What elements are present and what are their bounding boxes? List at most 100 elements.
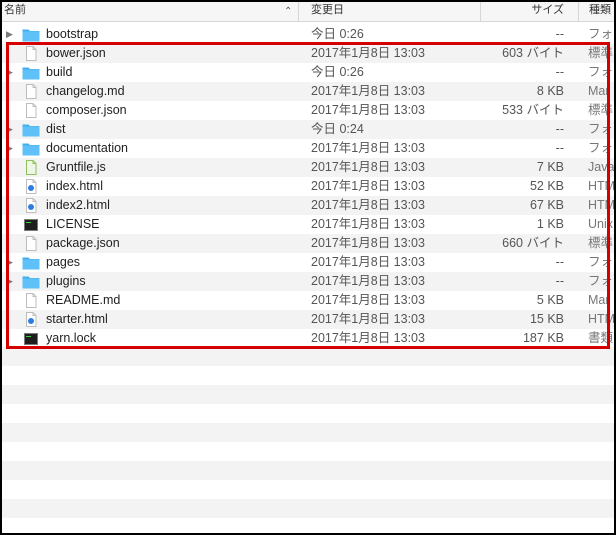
document-icon bbox=[22, 46, 40, 61]
file-row-starter-html[interactable]: starter.html 2017年1月8日 13:03 15 KB HTM bbox=[2, 310, 614, 329]
kind-column-header[interactable]: 種類 bbox=[578, 2, 614, 21]
html-file-icon bbox=[22, 179, 40, 194]
size-column-header[interactable]: サイズ bbox=[480, 2, 578, 21]
file-date: 今日 0:26 bbox=[311, 27, 364, 41]
file-date: 2017年1月8日 13:03 bbox=[311, 179, 425, 193]
terminal-file-icon bbox=[22, 331, 40, 346]
empty-row bbox=[2, 385, 614, 404]
file-row-dist[interactable]: ▶ dist 今日 0:24 -- フォ bbox=[2, 120, 614, 139]
folder-icon bbox=[22, 27, 40, 42]
file-size: 8 KB bbox=[536, 84, 564, 98]
file-name: README.md bbox=[46, 293, 121, 307]
file-name: Gruntfile.js bbox=[46, 160, 106, 174]
file-name: composer.json bbox=[46, 103, 127, 117]
file-kind: Mar bbox=[588, 84, 610, 98]
disclosure-triangle-icon[interactable]: ▶ bbox=[6, 25, 16, 44]
file-name: plugins bbox=[46, 274, 86, 288]
disclosure-triangle-icon[interactable]: ▶ bbox=[6, 63, 16, 82]
file-name: package.json bbox=[46, 236, 120, 250]
file-kind: 標準 bbox=[588, 236, 614, 250]
file-row-package-json[interactable]: package.json 2017年1月8日 13:03 660 バイト 標準 bbox=[2, 234, 614, 253]
file-kind: 書類 bbox=[588, 331, 614, 345]
file-date: 2017年1月8日 13:03 bbox=[311, 293, 425, 307]
file-size: 1 KB bbox=[536, 217, 564, 231]
file-date: 2017年1月8日 13:03 bbox=[311, 274, 425, 288]
file-name: bower.json bbox=[46, 46, 106, 60]
file-row-index-html[interactable]: index.html 2017年1月8日 13:03 52 KB HTM bbox=[2, 177, 614, 196]
file-date: 2017年1月8日 13:03 bbox=[311, 312, 425, 326]
empty-row bbox=[2, 423, 614, 442]
file-date: 2017年1月8日 13:03 bbox=[311, 160, 425, 174]
file-kind: Java bbox=[588, 160, 614, 174]
file-row-readme-md[interactable]: README.md 2017年1月8日 13:03 5 KB Mar bbox=[2, 291, 614, 310]
file-size: -- bbox=[555, 141, 564, 155]
file-size: -- bbox=[555, 255, 564, 269]
name-column-header[interactable]: 名前 bbox=[2, 2, 298, 21]
file-date: 2017年1月8日 13:03 bbox=[311, 255, 425, 269]
file-name: documentation bbox=[46, 141, 129, 155]
file-size: -- bbox=[555, 122, 564, 136]
sort-ascending-icon[interactable]: ⌃ bbox=[284, 2, 296, 21]
file-row-bower-json[interactable]: bower.json 2017年1月8日 13:03 603 バイト 標準 bbox=[2, 44, 614, 63]
file-date: 2017年1月8日 13:03 bbox=[311, 217, 425, 231]
empty-row bbox=[2, 404, 614, 423]
folder-icon bbox=[22, 255, 40, 270]
file-size: 187 KB bbox=[522, 331, 564, 345]
disclosure-triangle-icon[interactable]: ▶ bbox=[6, 253, 16, 272]
file-name: index2.html bbox=[46, 198, 110, 212]
disclosure-triangle-icon[interactable]: ▶ bbox=[6, 120, 16, 139]
file-row-composer-json[interactable]: composer.json 2017年1月8日 13:03 533 バイト 標準 bbox=[2, 101, 614, 120]
file-name: bootstrap bbox=[46, 27, 99, 41]
html-file-icon bbox=[22, 198, 40, 213]
disclosure-triangle-icon[interactable]: ▶ bbox=[6, 139, 16, 158]
file-row-plugins[interactable]: ▶ plugins 2017年1月8日 13:03 -- フォ bbox=[2, 272, 614, 291]
file-row-documentation[interactable]: ▶ documentation 2017年1月8日 13:03 -- フォ bbox=[2, 139, 614, 158]
file-kind: Unix bbox=[588, 217, 614, 231]
file-row-yarn-lock[interactable]: yarn.lock 2017年1月8日 13:03 187 KB 書類 bbox=[2, 329, 614, 348]
file-size: 52 KB bbox=[529, 179, 564, 193]
empty-row bbox=[2, 480, 614, 499]
file-row-pages[interactable]: ▶ pages 2017年1月8日 13:03 -- フォ bbox=[2, 253, 614, 272]
empty-row bbox=[2, 461, 614, 480]
file-kind: HTM bbox=[588, 179, 614, 193]
column-header: 名前 ⌃ 変更日 サイズ 種類 bbox=[2, 2, 614, 22]
folder-icon bbox=[22, 274, 40, 289]
document-icon bbox=[22, 236, 40, 251]
file-date: 2017年1月8日 13:03 bbox=[311, 46, 425, 60]
file-kind: フォ bbox=[588, 27, 614, 41]
file-date: 2017年1月8日 13:03 bbox=[311, 141, 425, 155]
file-name: starter.html bbox=[46, 312, 108, 326]
empty-row bbox=[2, 347, 614, 366]
file-name: changelog.md bbox=[46, 84, 125, 98]
file-date: 今日 0:24 bbox=[311, 122, 364, 136]
document-icon bbox=[22, 293, 40, 308]
empty-row bbox=[2, 499, 614, 518]
file-kind: フォ bbox=[588, 141, 614, 155]
file-row-build[interactable]: ▶ build 今日 0:26 -- フォ bbox=[2, 63, 614, 82]
disclosure-triangle-icon[interactable]: ▶ bbox=[6, 272, 16, 291]
file-size: 660 バイト bbox=[502, 236, 564, 250]
file-row-gruntfile-js[interactable]: Gruntfile.js 2017年1月8日 13:03 7 KB Java bbox=[2, 158, 614, 177]
file-size: -- bbox=[555, 27, 564, 41]
html-file-icon bbox=[22, 312, 40, 327]
file-kind: フォ bbox=[588, 122, 614, 136]
file-list: ▶ bootstrap 今日 0:26 -- フォ bower.json 201… bbox=[2, 25, 614, 348]
file-name: LICENSE bbox=[46, 217, 100, 231]
document-icon bbox=[22, 84, 40, 99]
file-row-index2-html[interactable]: index2.html 2017年1月8日 13:03 67 KB HTM bbox=[2, 196, 614, 215]
file-kind: Mar bbox=[588, 293, 610, 307]
file-date: 2017年1月8日 13:03 bbox=[311, 103, 425, 117]
file-size: 603 バイト bbox=[502, 46, 564, 60]
file-size: 5 KB bbox=[536, 293, 564, 307]
date-column-header[interactable]: 変更日 bbox=[298, 2, 480, 21]
folder-icon bbox=[22, 141, 40, 156]
file-row-bootstrap[interactable]: ▶ bootstrap 今日 0:26 -- フォ bbox=[2, 25, 614, 44]
finder-window: 名前 ⌃ 変更日 サイズ 種類 ▶ bootstrap 今日 0:26 -- フ… bbox=[0, 0, 616, 535]
empty-row bbox=[2, 442, 614, 461]
file-size: 533 バイト bbox=[502, 103, 564, 117]
file-kind: フォ bbox=[588, 255, 614, 269]
file-row-changelog-md[interactable]: changelog.md 2017年1月8日 13:03 8 KB Mar bbox=[2, 82, 614, 101]
javascript-file-icon bbox=[22, 160, 40, 175]
file-row-license[interactable]: LICENSE 2017年1月8日 13:03 1 KB Unix bbox=[2, 215, 614, 234]
file-size: 7 KB bbox=[536, 160, 564, 174]
